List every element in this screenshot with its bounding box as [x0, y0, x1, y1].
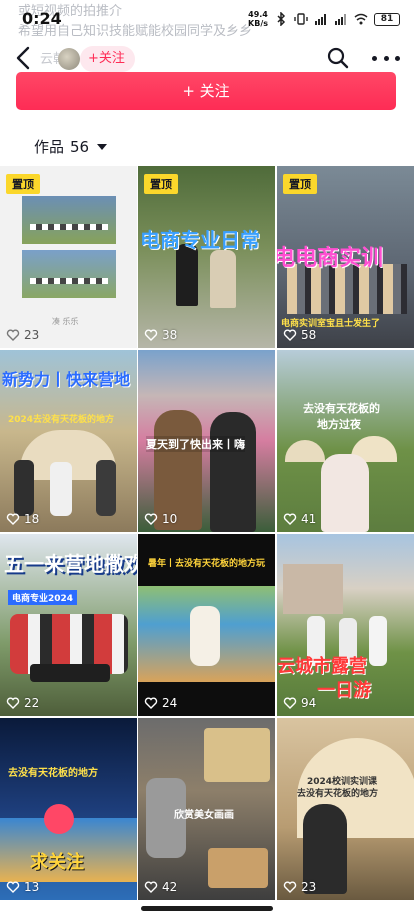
tile-caption: 欣赏美女画画 — [174, 810, 234, 821]
like-count-value: 38 — [162, 328, 178, 342]
status-bar: 0:24 49.4 KB/s 81 — [0, 0, 414, 38]
like-count-value: 42 — [162, 880, 178, 894]
tile-caption: 凑 乐乐 — [52, 317, 79, 326]
like-count: 42 — [144, 880, 177, 894]
vibrate-icon — [294, 13, 308, 25]
works-label: 作品 — [34, 138, 65, 156]
like-count: 94 — [283, 696, 316, 710]
heart-icon — [144, 329, 158, 341]
like-count-value: 22 — [24, 696, 40, 710]
like-count-value: 24 — [162, 696, 178, 710]
battery-indicator: 81 — [374, 12, 400, 26]
video-tile[interactable]: 电电商实训 电商实训室宝且士发生了 置顶 58 — [277, 166, 414, 348]
like-count: 41 — [283, 512, 316, 526]
like-count-value: 58 — [301, 328, 317, 342]
tile-caption: 电商专业日常 — [140, 228, 260, 252]
more-options-icon[interactable] — [372, 48, 400, 68]
tile-caption: 五一来营地撒欢 — [4, 552, 137, 576]
video-tile[interactable]: 新势力丨快来营地 2024去没有天花板的地方 18 — [0, 350, 137, 532]
video-tile[interactable]: 五一来营地撒欢 电商专业2024 22 — [0, 534, 137, 716]
hd-signal-icon — [315, 14, 326, 25]
like-count: 13 — [6, 880, 39, 894]
like-count: 22 — [6, 696, 39, 710]
tile-caption: 新势力丨快来营地 — [2, 370, 131, 389]
follow-pill-button[interactable]: +关注 — [80, 46, 135, 72]
video-tile[interactable]: 夏天到了快出来丨嗨 10 — [138, 350, 275, 532]
like-count-value: 94 — [301, 696, 317, 710]
like-count-value: 13 — [24, 880, 40, 894]
like-count: 10 — [144, 512, 177, 526]
tile-caption: 云城市露营 — [277, 656, 367, 677]
status-icons: 49.4 KB/s 81 — [248, 10, 400, 28]
pinned-badge: 置顶 — [144, 174, 178, 194]
network-speed: 49.4 KB/s — [248, 10, 268, 28]
like-count: 23 — [283, 880, 316, 894]
status-time: 0:24 — [22, 9, 62, 28]
tile-caption: 夏天到了快出来丨嗨 — [146, 436, 245, 452]
video-tile[interactable]: 去没有天花板的地方 求关注 13 — [0, 718, 137, 900]
heart-icon — [283, 513, 297, 525]
heart-icon — [283, 697, 297, 709]
tile-caption: 去没有天花板的地方 — [8, 768, 98, 779]
network-speed-value: 49.4 — [248, 10, 268, 19]
heart-icon — [6, 329, 20, 341]
tile-caption-2: 2024去没有天花板的地方 — [8, 415, 115, 425]
tile-caption: 去没有天花板的 — [303, 402, 380, 415]
network-speed-unit: KB/s — [248, 19, 268, 28]
heart-icon — [144, 513, 158, 525]
video-tile[interactable]: 2024校训实训课 去没有天花板的地方 23 — [277, 718, 414, 900]
heart-icon — [6, 513, 20, 525]
home-indicator[interactable] — [141, 906, 273, 911]
video-tile[interactable]: 暑年丨去没有天花板的地方玩 24 — [138, 534, 275, 716]
heart-icon — [283, 881, 297, 893]
like-count: 58 — [283, 328, 316, 342]
signal-icon — [335, 14, 346, 25]
tile-caption-2: 电商专业2024 — [8, 590, 78, 605]
heart-icon — [144, 697, 158, 709]
video-tile[interactable]: 云城市露营 一日游 94 — [277, 534, 414, 716]
pinned-badge: 置顶 — [6, 174, 40, 194]
video-tile[interactable]: 电商专业日常 置顶 38 — [138, 166, 275, 348]
caret-down-icon — [97, 143, 108, 150]
pinned-badge: 置顶 — [283, 174, 317, 194]
wifi-icon — [354, 13, 368, 25]
tile-caption-2: 一日游 — [317, 680, 371, 701]
works-count: 56 — [70, 137, 90, 156]
like-count-value: 10 — [162, 512, 178, 526]
like-count-value: 41 — [301, 512, 317, 526]
follow-button[interactable]: + 关注 — [16, 72, 396, 110]
tile-caption-2: 求关注 — [30, 852, 84, 873]
heart-icon — [6, 697, 20, 709]
like-count: 18 — [6, 512, 39, 526]
avatar[interactable] — [58, 48, 80, 70]
bluetooth-icon — [277, 12, 286, 26]
video-tile[interactable]: 凑 乐乐 置顶 23 — [0, 166, 137, 348]
like-count: 38 — [144, 328, 177, 342]
heart-icon — [6, 881, 20, 893]
like-count: 24 — [144, 696, 177, 710]
top-nav: 云朝 +关注 — [0, 40, 414, 76]
works-sort-dropdown[interactable]: 作品 56 — [34, 136, 108, 157]
tile-caption-2: 去没有天花板的地方 — [297, 789, 379, 799]
like-count-value: 23 — [24, 328, 40, 342]
video-tile[interactable]: 欣赏美女画画 42 — [138, 718, 275, 900]
heart-icon — [144, 881, 158, 893]
back-arrow-icon[interactable] — [12, 44, 36, 72]
tile-caption: 电电商实训 — [277, 246, 384, 271]
tile-caption: 暑年丨去没有天花板的地方玩 — [148, 559, 266, 569]
heart-icon — [283, 329, 297, 341]
like-count: 23 — [6, 328, 39, 342]
search-icon[interactable] — [326, 46, 350, 70]
profile-header: 或短视频的拍推介 希望用自己知识技能赋能校园同学及乡乡 0:24 49.4 KB… — [0, 0, 414, 110]
like-count-value: 18 — [24, 512, 40, 526]
like-count-value: 23 — [301, 880, 317, 894]
tile-caption-2: 地方过夜 — [317, 418, 361, 431]
video-tile[interactable]: 去没有天花板的 地方过夜 41 — [277, 350, 414, 532]
